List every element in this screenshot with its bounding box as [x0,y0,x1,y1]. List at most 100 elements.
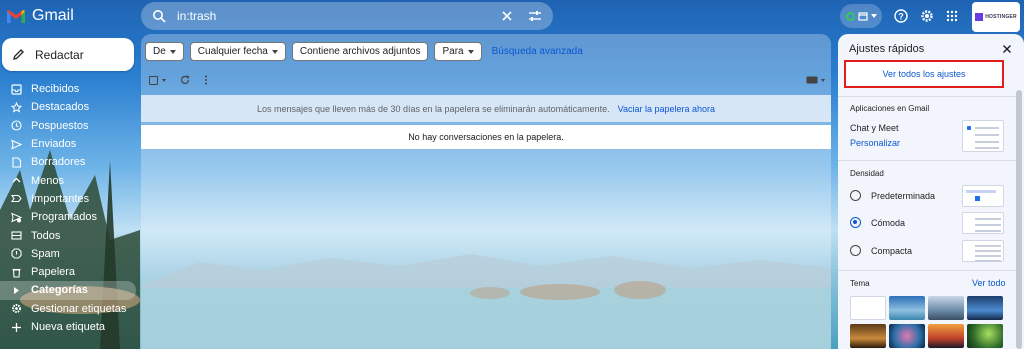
keyboard-icon [806,76,818,84]
see-all-settings-label: Ver todos los ajustes [882,69,966,79]
preview-line [975,250,1001,252]
all-mail-icon [10,230,22,242]
search-filters: De Cualquier fecha Contiene archivos adj… [145,42,583,61]
search-input[interactable]: in:trash [177,9,499,23]
search-options-icon[interactable] [527,8,543,24]
label-important-icon [10,193,22,205]
sidebar-item-categories[interactable]: Categorías [0,281,136,300]
pencil-icon [13,49,24,60]
sidebar-item-label: Nueva etiqueta [31,321,105,333]
sidebar-item-important[interactable]: Importantes [0,190,136,208]
preview-line [975,245,1001,247]
sidebar-item-scheduled[interactable]: Programados [0,208,136,226]
density-compact-radio[interactable] [850,245,861,256]
theme-mountain-thumbnail[interactable] [928,296,964,320]
status-selector[interactable] [840,4,882,28]
sidebar-item-less[interactable]: Menos [0,171,136,189]
sidebar-item-label: Enviados [31,138,77,151]
filter-label: Contiene archivos adjuntos [299,46,421,57]
caret-down-icon [821,78,825,82]
sidebar-item-trash[interactable]: Papelera [0,263,136,281]
empty-state-text: No hay conversaciones en la papelera. [408,132,564,142]
theme-desert-thumbnail[interactable] [850,324,886,348]
sidebar-item-label: Papelera [31,266,76,279]
theme-sunset-thumbnail[interactable] [928,324,964,348]
quick-settings-title: Ajustes rápidos [849,43,925,55]
theme-default-thumbnail[interactable] [850,296,886,320]
filter-has-attachments[interactable]: Contiene archivos adjuntos [291,42,429,61]
see-all-settings-button[interactable]: Ver todos los ajustes [844,60,1004,88]
theme-lake-thumbnail[interactable] [889,296,925,320]
app-name: Gmail [32,7,74,24]
sidebar-item-label: Gestionar etiquetas [31,302,127,315]
filter-date[interactable]: Cualquier fecha [189,42,286,61]
chevron-down-icon [870,14,877,18]
sidebar-item-sent[interactable]: Enviados [0,135,136,153]
filter-label: Cualquier fecha [197,46,268,57]
label-icon [10,284,22,296]
sidebar-item-manage-labels[interactable]: Gestionar etiquetas [0,300,136,318]
trash-notice-text: Los mensajes que lleven más de 30 días e… [256,103,610,114]
apps-grid-icon[interactable] [943,7,961,25]
gear-icon [10,303,22,315]
gear-icon[interactable] [918,7,936,25]
density-compact-thumbnail [962,240,1004,262]
sidebar-item-drafts[interactable]: Borradores [0,153,136,171]
preview-line [975,218,1001,220]
sidebar-item-starred[interactable]: Destacados [0,98,136,116]
search-bar[interactable]: in:trash [141,2,553,30]
account-button[interactable]: HOSTINGER [972,2,1020,32]
gmail-logo[interactable]: Gmail [6,7,74,25]
sidebar-item-inbox[interactable]: Recibidos [0,80,136,98]
search-icon[interactable] [151,8,167,24]
theme-coast-thumbnail[interactable] [967,296,1003,320]
filter-from[interactable]: De [145,42,184,61]
density-default-radio[interactable] [850,190,861,201]
theme-leaf-thumbnail[interactable] [967,324,1003,348]
customize-link[interactable]: Personalizar [850,138,900,148]
empty-trash-link[interactable]: Vaciar la papelera ahora [618,104,715,114]
more-options-icon[interactable] [204,73,208,88]
sidebar-item-all-mail[interactable]: Todos [0,226,136,244]
sidebar-item-new-label[interactable]: Nueva etiqueta [0,318,136,336]
filter-to[interactable]: Para [434,42,482,61]
filter-label: Para [442,46,464,57]
caret-down-icon [169,49,176,54]
clear-search-icon[interactable] [499,8,515,24]
apps-preview-thumbnail [962,120,1004,152]
input-tools-button[interactable] [806,76,825,84]
calendar-status-icon [857,12,868,21]
select-all-checkbox[interactable] [149,75,166,85]
preview-line [975,260,1001,262]
density-comfortable-radio[interactable] [850,217,861,228]
quick-settings-scrollbar[interactable] [1016,90,1022,349]
caret-down-icon [467,49,474,54]
density-comfortable-thumbnail [962,212,1004,234]
top-bar: Gmail in:trash ? HOSTINGER [0,0,1024,34]
refresh-icon[interactable] [180,73,190,88]
compose-label: Redactar [35,47,84,62]
sidebar-item-label: Pospuestos [31,119,89,132]
advanced-search-link[interactable]: Búsqueda avanzada [492,46,583,57]
spam-icon [10,248,22,260]
preview-marker-icon [975,196,980,201]
sidebar-item-snoozed[interactable]: Pospuestos [0,117,136,135]
caret-down-icon [271,49,278,54]
density-default-thumbnail [962,185,1004,207]
trash-icon [10,266,22,278]
sidebar-nav: Recibidos Destacados Pospuestos Enviados… [0,80,136,336]
theme-abstract-thumbnail[interactable] [889,324,925,348]
close-icon[interactable] [1002,42,1016,56]
gmail-m-icon [7,9,25,23]
draft-icon [10,156,22,168]
compose-button[interactable]: Redactar [2,38,134,71]
theme-view-all-link[interactable]: Ver todo [972,278,1006,288]
sidebar-item-spam[interactable]: Spam [0,245,136,263]
density-option-label: Cómoda [871,218,906,228]
send-icon [10,138,22,150]
theme-heading: Tema [850,279,870,288]
list-toolbar [149,72,825,88]
main-panel: De Cualquier fecha Contiene archivos adj… [141,34,831,349]
divider [838,270,1016,271]
help-icon[interactable]: ? [892,7,910,25]
